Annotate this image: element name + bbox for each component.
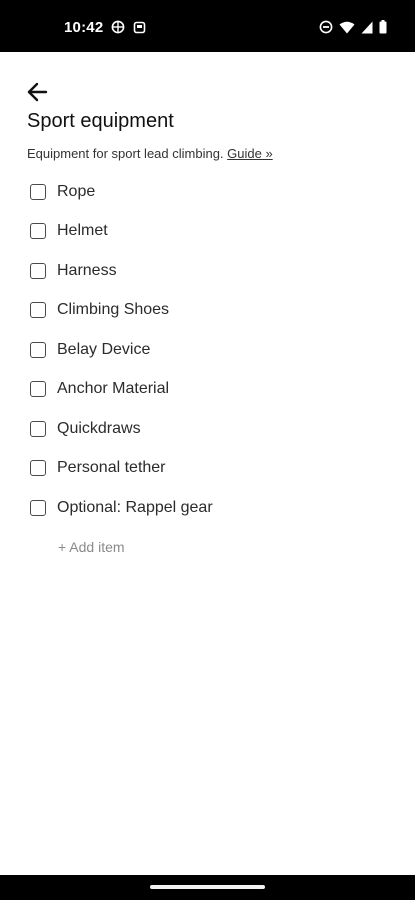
checkbox[interactable] xyxy=(30,460,46,477)
list-item[interactable]: Harness xyxy=(30,251,390,291)
list-item[interactable]: Helmet xyxy=(30,212,390,252)
list-item[interactable]: Belay Device xyxy=(30,330,390,370)
navigation-bar xyxy=(0,875,415,900)
item-label: Climbing Shoes xyxy=(57,301,170,319)
add-item-button[interactable]: + Add item xyxy=(58,539,125,555)
checkbox[interactable] xyxy=(30,499,46,516)
page-title: Sport equipment xyxy=(27,110,174,132)
checkbox[interactable] xyxy=(30,262,46,279)
cell-signal-icon xyxy=(361,21,373,34)
item-label: Quickdraws xyxy=(57,419,141,437)
status-right xyxy=(319,17,387,37)
list-item[interactable]: Rope xyxy=(30,172,390,212)
status-bar: 10:42 xyxy=(0,0,415,52)
checkbox[interactable] xyxy=(30,183,46,200)
item-label: Harness xyxy=(57,261,117,279)
home-indicator[interactable] xyxy=(150,885,265,889)
back-button[interactable] xyxy=(22,78,52,106)
item-label: Personal tether xyxy=(57,459,166,477)
description-text: Equipment for sport lead climbing. xyxy=(27,146,224,161)
guide-link[interactable]: Guide » xyxy=(227,146,273,161)
clock: 10:42 xyxy=(64,18,104,36)
item-label: Belay Device xyxy=(57,340,151,358)
list-item[interactable]: Climbing Shoes xyxy=(30,291,390,331)
battery-icon xyxy=(379,20,387,34)
do-not-disturb-icon xyxy=(319,20,333,34)
status-left: 10:42 xyxy=(64,17,146,37)
arrow-left-icon xyxy=(26,82,48,102)
item-label: Optional: Rappel gear xyxy=(57,498,213,516)
notification-app-icon xyxy=(133,21,146,34)
item-label: Anchor Material xyxy=(57,380,170,398)
wifi-icon xyxy=(339,21,355,34)
checkbox[interactable] xyxy=(30,302,46,319)
item-label: Helmet xyxy=(57,222,108,240)
equipment-list: Rope Helmet Harness Climbing Shoes Belay Dev… xyxy=(30,172,390,528)
checkbox[interactable] xyxy=(30,381,46,398)
checkbox[interactable] xyxy=(30,341,46,358)
list-item[interactable]: Quickdraws xyxy=(30,409,390,449)
description: Equipment for sport lead climbing. Guide… xyxy=(27,146,273,161)
list-item[interactable]: Personal tether xyxy=(30,449,390,489)
vpn-globe-icon xyxy=(111,20,125,34)
list-item[interactable]: Optional: Rappel gear xyxy=(30,488,390,528)
list-item[interactable]: Anchor Material xyxy=(30,370,390,410)
item-label: Rope xyxy=(57,182,96,200)
checkbox[interactable] xyxy=(30,420,46,437)
checkbox[interactable] xyxy=(30,223,46,240)
